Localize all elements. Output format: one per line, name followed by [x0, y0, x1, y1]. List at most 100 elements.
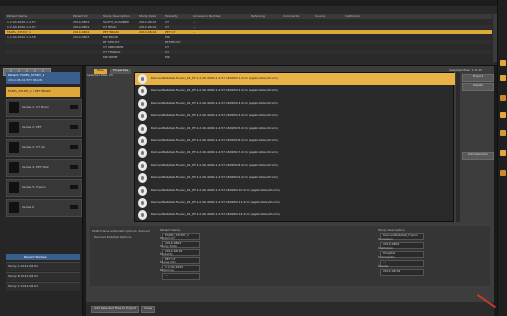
study-row[interactable]: 1.2.40.4000.1.4.57 2010-0801 SLOTH_SCANNER…	[5, 20, 492, 24]
right-toolbar	[497, 0, 507, 316]
file-name: DerivedDataSet.Fusion_01_PT.1.2.40.4000.…	[151, 76, 278, 80]
import-icon[interactable]	[500, 75, 506, 81]
series-preview	[9, 142, 19, 153]
properties-panel: Multi-frame extended options, derived De…	[90, 226, 490, 286]
column-header[interactable]: Source	[315, 15, 325, 18]
brain-scan-icon	[138, 74, 147, 84]
file-row[interactable]: DerivedDataSet.Fusion_01_PT.1.2.40.4000.…	[135, 160, 455, 172]
series-thumbnail[interactable]: Series 6	[6, 199, 82, 217]
study-cell: CT ABDOMEN	[103, 44, 124, 49]
mail-icon[interactable]	[500, 170, 506, 176]
study-cell: RT STRUCT	[103, 39, 120, 44]
study-row[interactable]: CT THORAX CT	[5, 50, 492, 54]
study-cell: 2010-0801	[73, 24, 90, 29]
folder-icon[interactable]	[500, 60, 506, 66]
study-cell: RTSTRUCT	[165, 39, 181, 44]
print-icon[interactable]	[500, 150, 506, 156]
series-preview	[9, 202, 19, 213]
file-row[interactable]: DerivedDataSet.Fusion_01_PT.1.2.40.4000.…	[135, 135, 455, 147]
column-header[interactable]: Study Date	[139, 15, 156, 18]
study-cell: ...	[193, 24, 196, 29]
property-field[interactable]: ---	[162, 273, 200, 280]
column-header[interactable]: Comments	[283, 15, 299, 18]
study-header[interactable]: Patient: FAXEL_STUDY_1 2012-08-02 PET BR…	[6, 72, 80, 84]
file-row[interactable]: DerivedDataSet.Fusion_01_PT.1.2.40.4000.…	[135, 197, 455, 209]
study-list-panel: Patient Name Patient ID Study Description S…	[0, 0, 507, 66]
add-selection-button[interactable]: Add Selection	[462, 152, 494, 160]
study-cell: 1.2.40.4000.1.4.57	[7, 19, 36, 24]
file-list[interactable]: DerivedDataSet.Fusion_01_PT.1.2.40.4000.…	[134, 72, 455, 222]
delete-button[interactable]: Delete	[462, 83, 494, 91]
column-header[interactable]: Patient ID	[73, 15, 88, 18]
file-row[interactable]: DerivedDataSet.Fusion_01_PT.1.2.40.4000.…	[135, 73, 455, 85]
recent-study-label: Study A 2012-08-01	[8, 264, 39, 268]
study-row[interactable]: 1.2.40.4000.1.4.58 2010-0803 MR BRAIN MR	[5, 35, 492, 39]
brain-scan-icon	[138, 111, 147, 122]
file-row[interactable]: DerivedDataSet.Fusion_01_PT.1.2.40.4000.…	[135, 123, 455, 135]
column-header[interactable]: Accession Number	[193, 15, 221, 18]
column-header[interactable]: Institution	[345, 15, 360, 18]
property-label: Modality	[160, 252, 173, 256]
study-cell: CT	[165, 19, 169, 24]
series-badge	[70, 205, 78, 209]
series-thumbnail[interactable]: Series 5: Fusion	[6, 179, 82, 197]
props-left-sub: Derived DataSet Options	[94, 235, 132, 239]
file-name: DerivedDataSet.Fusion_01_PT.1.2.40.4000.…	[151, 88, 278, 93]
file-list-scrollbar[interactable]	[456, 72, 460, 222]
file-row[interactable]: DerivedDataSet.Fusion_01_PT.1.2.40.4000.…	[135, 85, 455, 97]
study-row[interactable]: CT ABDOMEN CT	[5, 45, 492, 49]
export-icon[interactable]	[500, 95, 506, 101]
recent-study-item[interactable]: Study B 2012-08-01	[6, 272, 80, 281]
recent-study-item[interactable]: Study A 2012-08-01	[6, 262, 80, 271]
brain-scan-icon	[138, 98, 147, 109]
recent-studies-header: Recent Studies	[6, 254, 80, 260]
study-row[interactable]: MR SPINE MR	[5, 55, 492, 59]
brain-scan-icon	[138, 136, 147, 146]
study-row[interactable]: 1.2.40.4000.1.4.57 2010-0801 CT HEAD 2012-0…	[5, 25, 492, 29]
brain-scan-icon	[138, 173, 147, 184]
column-header[interactable]: Referring	[251, 15, 265, 18]
study-cell: SLOTH_SCANNER	[103, 19, 129, 24]
settings-icon[interactable]	[500, 112, 506, 118]
file-row[interactable]: DerivedDataSet.Fusion_01_PT.1.2.40.4000.…	[135, 147, 455, 159]
series-thumbnail[interactable]: Series 4: PET NAC	[6, 159, 82, 177]
export-button[interactable]: Export	[462, 74, 494, 82]
series-thumbnail[interactable]: Series 3: CT AC	[6, 139, 82, 157]
column-header[interactable]: Study Description	[103, 15, 130, 18]
file-name: DerivedDataSet.Fusion_01_PT.1.2.40.4000.…	[151, 212, 280, 217]
column-header[interactable]: Modality	[165, 15, 178, 18]
file-row[interactable]: DerivedDataSet.Fusion_01_PT.1.2.40.4000.…	[135, 110, 455, 122]
close-button[interactable]: Close	[141, 306, 156, 313]
study-header-sub: 2012-08-02 PET BRAIN	[8, 78, 43, 82]
series-badge	[70, 105, 78, 109]
property-field[interactable]: 2012-08-02	[380, 269, 424, 276]
study-cell: CT	[165, 49, 169, 54]
study-row[interactable]: RT STRUCT RTSTRUCT	[5, 40, 492, 44]
column-header[interactable]: Patient Name	[7, 15, 27, 18]
study-cell: PET CT	[165, 29, 176, 34]
file-name: DerivedDataSet.Fusion_01_PT.1.2.40.4000.…	[151, 175, 278, 180]
study-cell: 1.2.40.4000.1.4.57	[7, 24, 36, 29]
series-thumbnail[interactable]: Series 2: PET	[6, 119, 82, 137]
add-to-export-button[interactable]: Add Selected Files to Export	[91, 306, 140, 313]
series-badge	[70, 165, 78, 169]
study-cell: 2010-0801	[73, 19, 90, 24]
study-cell: PET BRAIN	[103, 29, 119, 34]
study-header-title: Patient: FAXEL_STUDY_1	[8, 73, 45, 77]
study-table-header: Patient Name Patient ID Study Description S…	[5, 14, 492, 19]
database-icon[interactable]	[500, 130, 506, 136]
recent-study-item[interactable]: Study C 2012-08-01	[6, 282, 80, 291]
study-cell: CT	[165, 44, 169, 49]
study-cell: 2012-08-01	[139, 19, 157, 24]
study-row[interactable]: FAXEL_STUDY_1 2010-0802 PET BRAIN 2012-08-0…	[5, 30, 492, 34]
file-row[interactable]: DerivedDataSet.Fusion_01_PT.1.2.40.4000.…	[135, 209, 455, 221]
series-thumbnail[interactable]: Series 1: CT Brain	[6, 99, 82, 117]
file-row[interactable]: DerivedDataSet.Fusion_01_PT.1.2.40.4000.…	[135, 172, 455, 184]
file-row[interactable]: DerivedDataSet.Fusion_01_PT.1.2.40.4000.…	[135, 98, 455, 110]
study-cell: FAXEL_STUDY_1	[7, 29, 31, 34]
brain-scan-icon	[138, 86, 147, 97]
file-row[interactable]: DerivedDataSet.Fusion_01_PT.1.2.40.4000.…	[135, 185, 455, 197]
brain-scan-icon	[138, 160, 147, 171]
selected-study-label: FAXEL_STUDY_1 / PET BRAIN	[8, 89, 51, 93]
selected-study[interactable]: FAXEL_STUDY_1 / PET BRAIN	[6, 87, 80, 97]
